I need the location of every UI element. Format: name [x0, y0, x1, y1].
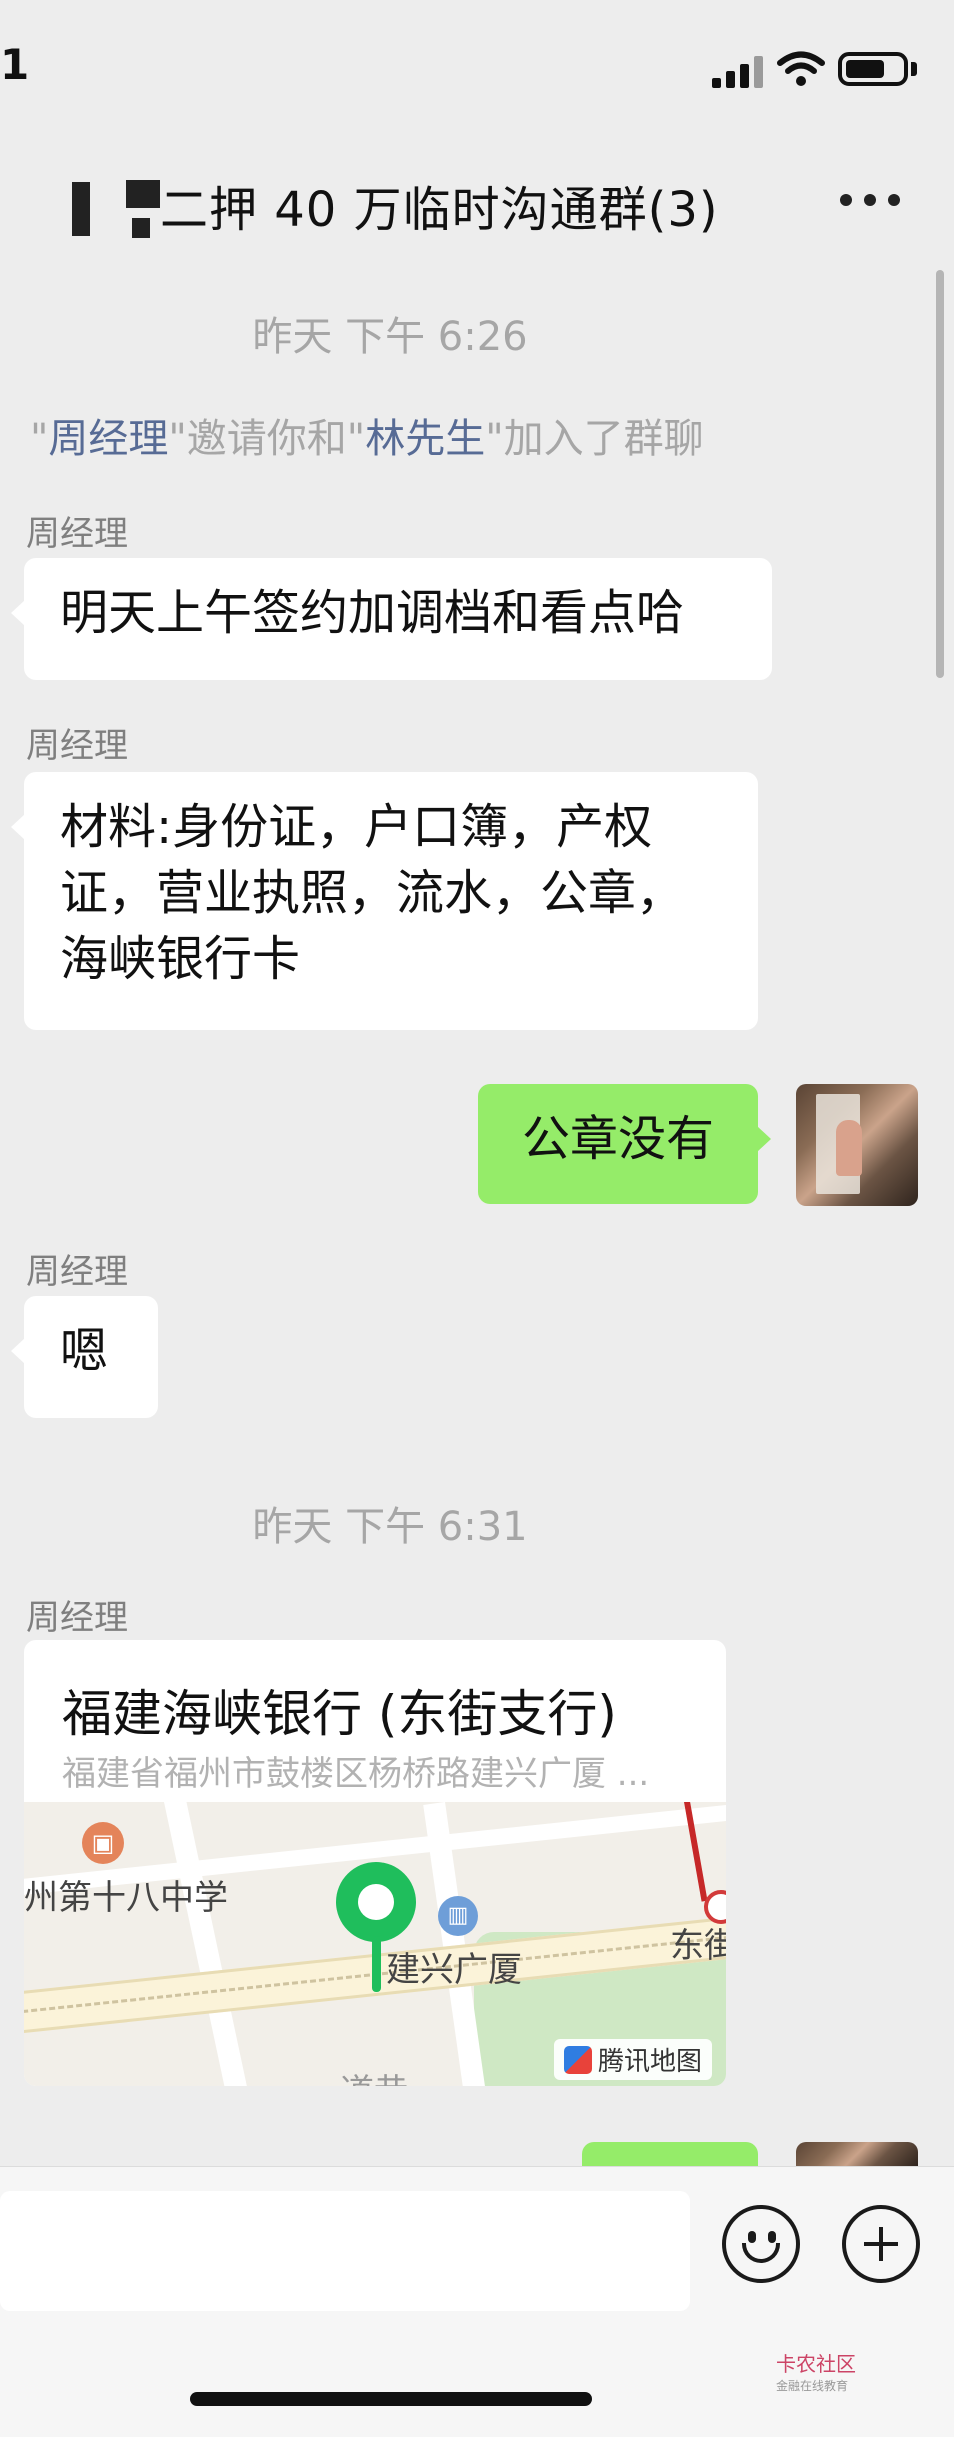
sender-name: 周经理 [26, 514, 128, 554]
redacted-block [72, 182, 90, 236]
member-link-zhou[interactable]: 周经理 [48, 416, 168, 462]
message-timestamp: 昨天 下午 6:26 [252, 314, 528, 360]
message-bubble[interactable]: 材料:身份证，户口簿，产权 证，营业执照，流水，公章， 海峡银行卡 [11, 772, 758, 1030]
message-timestamp: 昨天 下午 6:31 [252, 1504, 528, 1550]
system-message: "周经理"邀请你和"林先生"加入了群聊 [30, 406, 704, 464]
chat-title: 二押 40 万临时沟通群(3) [160, 182, 719, 238]
system-text: "邀请你和" [168, 416, 366, 462]
map-label-partial: 道巷 [340, 2064, 408, 2086]
map-label-building: 建兴广厦 [386, 1950, 522, 1990]
redacted-block [126, 180, 160, 208]
watermark-sub: 金融在线教育 [776, 2379, 849, 2393]
message-text: 嗯 [60, 1323, 109, 1379]
message-bubble[interactable]: 嗯 [11, 1296, 158, 1418]
watermark: 卡农社区 金融在线教育 [776, 2348, 856, 2394]
message-input[interactable] [0, 2191, 690, 2311]
status-time: 1 [0, 40, 30, 89]
battery-icon [838, 52, 908, 86]
location-name: 福建海峡银行 (东街支行) [62, 1685, 617, 1743]
scrollbar[interactable] [936, 270, 944, 678]
location-pin-icon [336, 1862, 416, 1942]
message-text-line: 海峡银行卡 [60, 931, 301, 987]
my-message-bubble-partial[interactable] [582, 2142, 758, 2166]
battery-cap [911, 62, 917, 76]
map-preview[interactable]: ▣ 州第十八中学 ▥ 建兴广厦 东街 道巷 腾讯地图 [24, 1802, 726, 2086]
tencent-map-logo-icon [563, 2045, 592, 2074]
message-text-line: 证，营业执照，流水，公章， [60, 865, 685, 921]
system-text: "加入了群聊 [485, 416, 704, 462]
sender-name: 周经理 [26, 1252, 128, 1292]
sender-name: 周经理 [26, 1598, 128, 1638]
redacted-block [132, 218, 150, 238]
watermark-main: 卡农社区 [776, 2352, 856, 2376]
map-road [160, 1802, 250, 2086]
plus-button[interactable] [842, 2205, 920, 2283]
school-icon: ▣ [82, 1822, 124, 1864]
user-avatar-partial[interactable] [796, 2142, 918, 2166]
location-address: 福建省福州市鼓楼区杨桥路建兴广厦 ... [62, 1754, 650, 1794]
more-options-button[interactable] [840, 190, 900, 210]
message-text: 公章没有 [521, 1111, 714, 1167]
location-card[interactable]: 福建海峡银行 (东街支行) 福建省福州市鼓楼区杨桥路建兴广厦 ... ▣ 州第十… [24, 1640, 726, 2086]
cellular-signal-icon [712, 56, 764, 88]
map-provider-badge: 腾讯地图 [553, 2039, 712, 2080]
user-avatar[interactable] [796, 1084, 918, 1206]
sender-name: 周经理 [26, 726, 128, 766]
wifi-icon [777, 51, 825, 86]
my-message-bubble[interactable]: 公章没有 [478, 1084, 771, 1204]
map-provider-label: 腾讯地图 [597, 2047, 702, 2077]
message-bubble[interactable]: 明天上午签约加调档和看点哈 [11, 558, 772, 680]
bank-icon: ▥ [438, 1896, 478, 1936]
message-text-line: 材料:身份证，户口簿，产权 [60, 799, 653, 855]
map-label-school: 州第十八中学 [24, 1878, 228, 1918]
message-text: 明天上午签约加调档和看点哈 [60, 585, 685, 641]
emoji-button[interactable] [722, 2205, 800, 2283]
home-indicator[interactable] [190, 2392, 592, 2406]
system-text: " [30, 416, 49, 462]
location-pin-stem [372, 1936, 381, 1992]
member-link-lin[interactable]: 林先生 [365, 416, 485, 462]
map-label-street: 东街 [670, 1926, 726, 1966]
